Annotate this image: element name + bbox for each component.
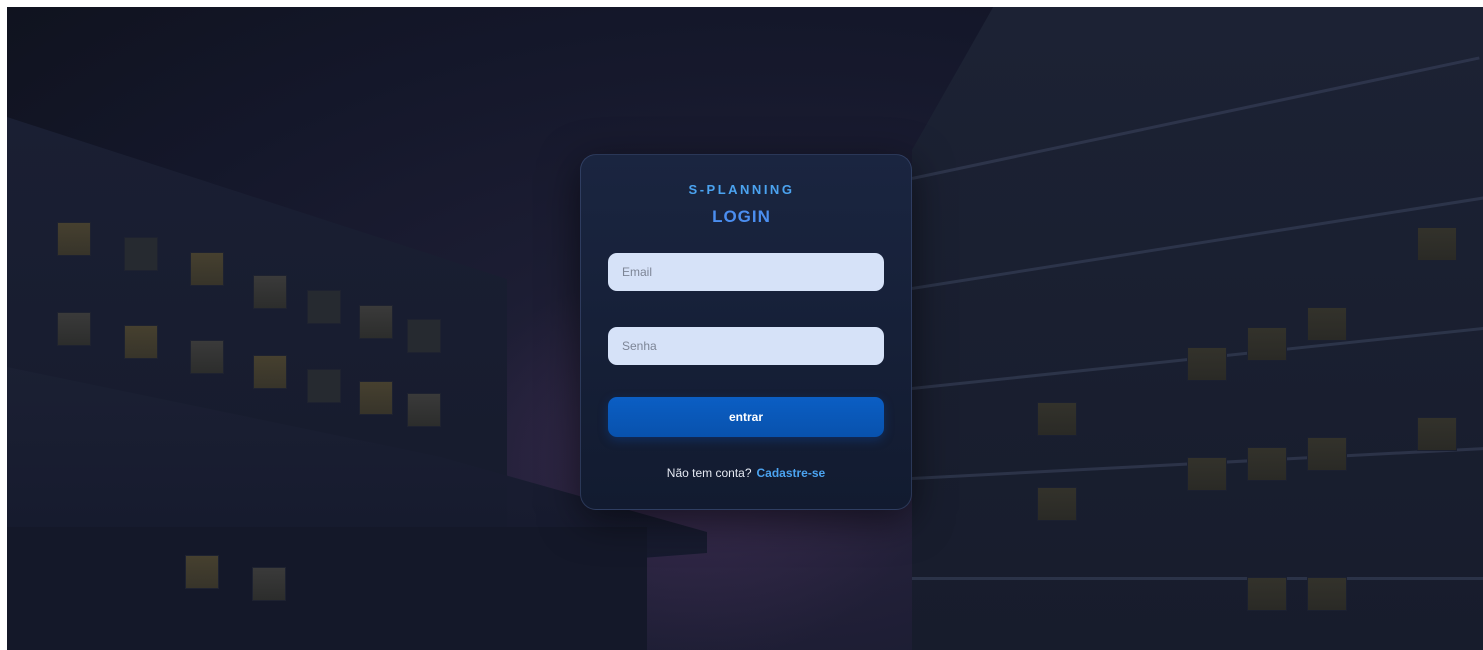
building-window <box>1187 457 1227 491</box>
signup-link[interactable]: Cadastre-se <box>757 466 826 480</box>
signup-row: Não tem conta? Cadastre-se <box>580 466 912 480</box>
building-window <box>407 319 441 353</box>
building-window <box>1247 447 1287 481</box>
building-window <box>359 381 393 415</box>
login-title: LOGIN <box>712 207 771 226</box>
building-window <box>307 290 341 324</box>
building-window <box>307 369 341 403</box>
building-window <box>124 325 158 359</box>
building-window <box>57 312 91 346</box>
building-window <box>253 275 287 309</box>
building-window <box>359 305 393 339</box>
building-window <box>190 340 224 374</box>
building-window <box>1307 307 1347 341</box>
brand-name: S-PLANNING <box>688 182 795 197</box>
building-window <box>1187 347 1227 381</box>
building-window <box>1037 402 1077 436</box>
login-button[interactable]: entrar <box>608 397 884 437</box>
building-window <box>407 393 441 427</box>
building-window <box>1247 327 1287 361</box>
building-window <box>1307 437 1347 471</box>
signup-prompt: Não tem conta? <box>666 466 752 480</box>
building-window <box>57 222 91 256</box>
password-field[interactable] <box>608 327 884 365</box>
building-window <box>252 567 286 601</box>
building-window <box>253 355 287 389</box>
right-building <box>912 7 1483 650</box>
email-field[interactable] <box>608 253 884 291</box>
building-window <box>124 237 158 271</box>
building-window <box>1037 487 1077 521</box>
building-window <box>1417 227 1457 261</box>
building-window <box>1417 417 1457 451</box>
building-window <box>190 252 224 286</box>
building-window <box>185 555 219 589</box>
building-window <box>1307 577 1347 611</box>
building-floor-line <box>912 577 1483 580</box>
left-building-base <box>7 527 647 650</box>
building-window <box>1247 577 1287 611</box>
